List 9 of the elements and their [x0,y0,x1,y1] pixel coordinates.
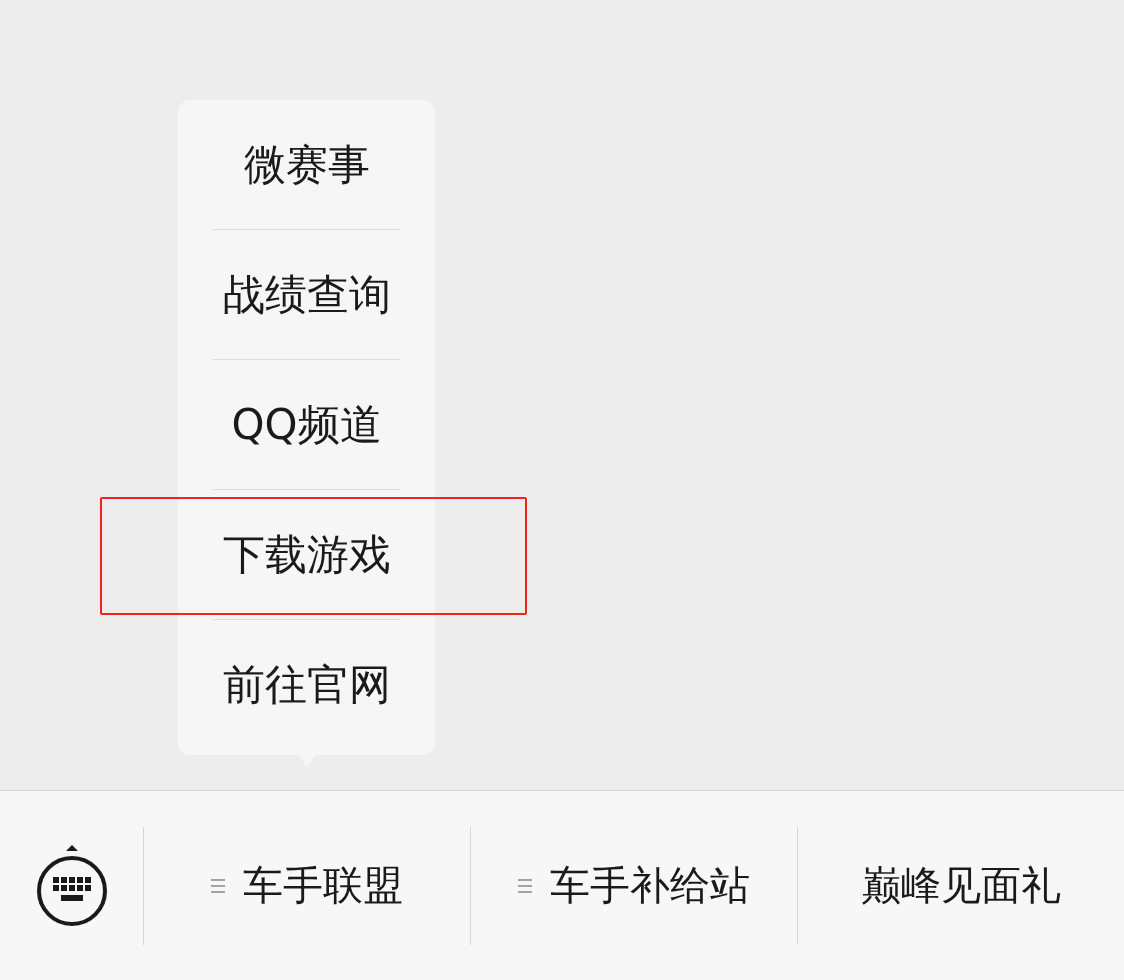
submenu-item[interactable]: 微赛事 [213,100,400,229]
keyboard-icon[interactable] [35,844,108,927]
menu-bar-item[interactable]: 车手补给站 [550,858,750,913]
submenu-item[interactable]: 下载游戏 [213,489,400,619]
submenu-item[interactable]: 战绩查询 [213,229,400,359]
menu-bar-item[interactable]: 巅峰见面礼 [861,858,1061,913]
submenu-item[interactable]: 前往官网 [213,619,400,749]
submenu-item[interactable]: QQ频道 [213,359,400,489]
menu-bar-item[interactable]: 车手联盟 [243,858,403,913]
